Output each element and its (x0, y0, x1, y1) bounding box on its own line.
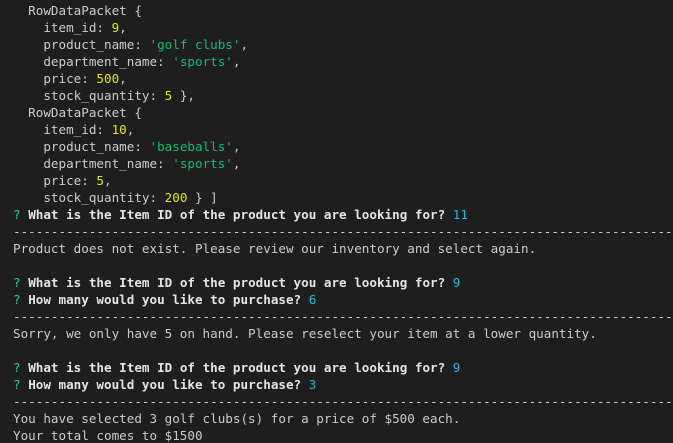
row-packet-label: RowDataPacket { (13, 3, 142, 18)
row-packet-open: RowDataPacket { (13, 104, 673, 121)
price-value: 5 (96, 173, 104, 188)
prompt-item-id: ? What is the Item ID of the product you… (13, 359, 673, 376)
row-packet-label: RowDataPacket { (13, 105, 142, 120)
separator-line: ----------------------------------------… (13, 224, 673, 239)
prompt-marker-icon: ? (13, 377, 21, 392)
separator-line: ----------------------------------------… (13, 394, 673, 409)
field-product-name: product_name: 'baseballs', (13, 139, 241, 154)
message-not-exist: Product does not exist. Please review ou… (13, 241, 537, 256)
prompt-answer: 9 (452, 275, 461, 290)
prompt-question: How many would you like to purchase? (28, 292, 302, 307)
price-value: 500 (96, 71, 120, 86)
prompt-question: How many would you like to purchase? (28, 377, 302, 392)
row-packet-open: RowDataPacket { (13, 2, 673, 19)
prompt-marker-icon: ? (13, 275, 21, 290)
field-stock-quantity: stock_quantity: 5 }, (13, 88, 195, 103)
item-id-value: 9 (111, 20, 120, 35)
field-product-name: product_name: 'golf clubs', (13, 37, 249, 52)
field-stock-quantity: stock_quantity: 200 } ] (13, 190, 218, 205)
separator-line: ----------------------------------------… (13, 309, 673, 324)
field-price: price: 5, (13, 173, 112, 188)
prompt-marker-icon: ? (13, 207, 21, 222)
department-name-value: 'sports' (172, 54, 233, 69)
prompt-marker-icon: ? (13, 360, 21, 375)
prompt-question: What is the Item ID of the product you a… (28, 275, 446, 290)
message-total: Your total comes to $1500 (13, 428, 203, 443)
prompt-item-id: ? What is the Item ID of the product you… (13, 274, 673, 291)
stock-quantity-value: 200 (164, 190, 188, 205)
row-packet-close: } ] (187, 190, 218, 205)
field-item-id: item_id: 9, (13, 20, 127, 35)
prompt-answer: 3 (308, 377, 317, 392)
prompt-quantity: ? How many would you like to purchase? 6 (13, 291, 673, 308)
field-department-name: department_name: 'sports', (13, 54, 241, 69)
department-name-value: 'sports' (172, 156, 233, 171)
item-id-value: 10 (111, 122, 127, 137)
field-price: price: 500, (13, 71, 127, 86)
prompt-answer: 6 (308, 292, 317, 307)
prompt-answer: 9 (452, 360, 461, 375)
field-department-name: department_name: 'sports', (13, 156, 241, 171)
row-packet-close: }, (172, 88, 195, 103)
message-selected: You have selected 3 golf clubs(s) for a … (13, 411, 461, 426)
prompt-question: What is the Item ID of the product you a… (28, 207, 446, 222)
terminal-output[interactable]: RowDataPacket { item_id: 9, product_name… (0, 0, 673, 443)
prompt-answer: 11 (452, 207, 468, 222)
prompt-quantity: ? How many would you like to purchase? 3 (13, 376, 673, 393)
product-name-value: 'golf clubs' (149, 37, 241, 52)
message-insufficient: Sorry, we only have 5 on hand. Please re… (13, 326, 597, 341)
prompt-question: What is the Item ID of the product you a… (28, 360, 446, 375)
prompt-marker-icon: ? (13, 292, 21, 307)
product-name-value: 'baseballs' (149, 139, 233, 154)
prompt-item-id: ? What is the Item ID of the product you… (13, 206, 673, 223)
field-item-id: item_id: 10, (13, 122, 135, 137)
